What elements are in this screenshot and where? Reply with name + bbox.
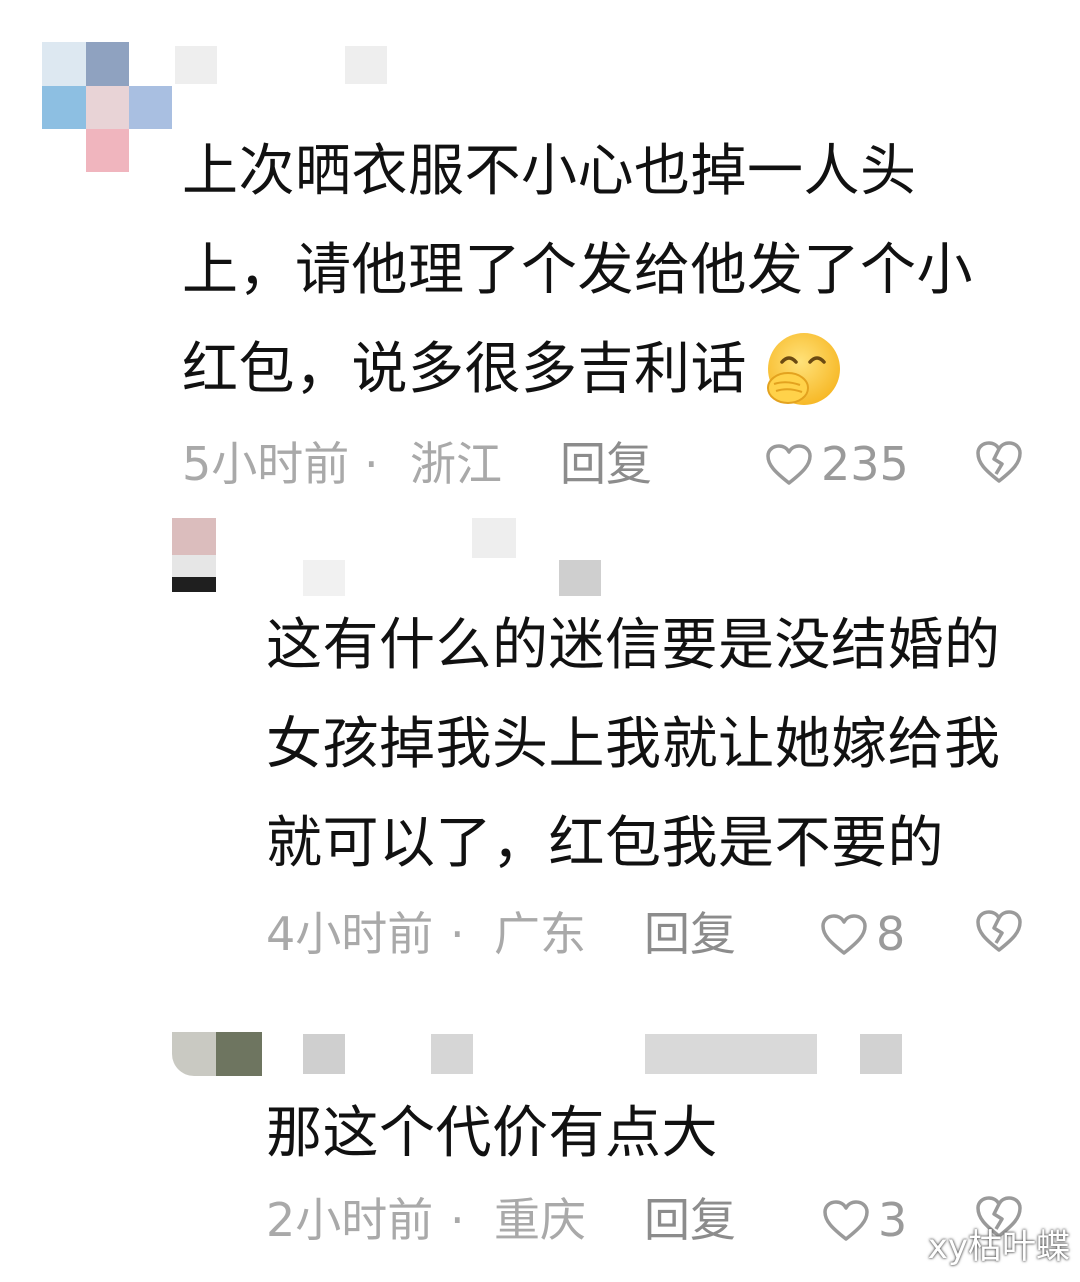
reply-button[interactable]: 回复 [560,434,652,494]
like-count: 8 [876,907,906,961]
heart-outline-icon [823,1200,869,1241]
meta-dot: · [450,1193,465,1247]
timestamp: 4小时前 [266,907,434,961]
heart-outline-icon [766,444,812,485]
heart-outline-icon [821,914,867,955]
username-redacted[interactable] [345,46,387,84]
reply-button[interactable]: 回复 [644,1190,736,1250]
comment-text-line: 那这个代价有点大 [266,1101,718,1166]
meta-dot: · [450,907,465,961]
username-redacted[interactable] [175,46,217,84]
username-redacted[interactable] [431,1034,473,1074]
comment-text-line: 上，请他理了个发给他发了个小 [182,238,973,303]
like-button[interactable]: 3 [822,1190,917,1250]
like-count: 235 [821,437,909,491]
comment-text-line: 红包，说多很多吉利话 [182,337,747,402]
reply-button[interactable]: 回复 [644,904,736,964]
location: 重庆 [494,1193,586,1247]
location: 浙江 [410,437,502,491]
username-redacted[interactable] [860,1034,902,1074]
username-redacted[interactable] [303,560,345,596]
username-redacted[interactable] [472,518,516,558]
timestamp: 5小时前 [182,437,350,491]
smiling-hand-over-mouth-emoji-icon [767,333,840,405]
comment-meta: 5小时前 · 浙江 回复 [182,434,682,494]
timestamp: 2小时前 [266,1193,434,1247]
username-redacted[interactable] [645,1034,817,1074]
broken-heart-icon[interactable] [975,440,1023,484]
comment-text-line: 这有什么的迷信要是没结婚的 [266,613,1001,678]
comment-meta: 4小时前 · 广东 回复 [266,904,766,964]
avatar[interactable] [172,518,216,592]
avatar[interactable] [172,1032,262,1076]
comment-text-line: 就可以了，红包我是不要的 [266,811,944,876]
meta-dot: · [364,437,379,491]
like-button[interactable]: 235 [765,434,910,494]
username-redacted[interactable] [303,1034,345,1074]
avatar[interactable] [42,42,172,172]
username-redacted[interactable] [559,560,601,596]
like-count: 3 [878,1193,908,1247]
like-button[interactable]: 8 [820,904,915,964]
comment-text-line: 上次晒衣服不小心也掉一人头 [182,139,917,204]
location: 广东 [494,907,586,961]
broken-heart-icon[interactable] [975,909,1023,953]
comment-text-line: 女孩掉我头上我就让她嫁给我 [266,712,1001,777]
watermark: xy枯叶蝶 [927,1227,1070,1267]
comment-meta: 2小时前 · 重庆 回复 [266,1190,766,1250]
